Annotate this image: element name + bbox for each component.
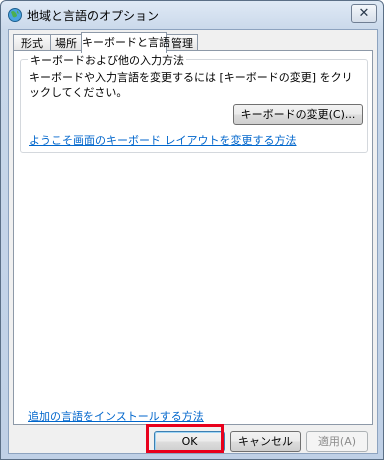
keyboard-groupbox: キーボードおよび他の入力方法 キーボードや入力言語を変更するには [キーボードの…	[20, 52, 368, 153]
keyboard-description: キーボードや入力言語を変更するには [キーボードの変更] をクリックしてください…	[29, 71, 353, 99]
cancel-button[interactable]: キャンセル	[230, 431, 301, 452]
globe-icon	[8, 8, 22, 22]
group-title: キーボードおよび他の入力方法	[28, 52, 186, 68]
dialog-body: 形式 場所 キーボードと言語 管理 キーボードおよび他の入力方法 キーボードや入…	[8, 29, 378, 454]
window-title: 地域と言語のオプション	[27, 9, 160, 23]
dialog-window: 地域と言語のオプション ✕ 形式 場所 キーボードと言語 管理 キーボードおよび…	[0, 0, 384, 460]
title-bar: 地域と言語のオプション ✕	[1, 1, 383, 29]
tab-format[interactable]: 形式	[13, 34, 51, 51]
tab-panel-keyboard: キーボードおよび他の入力方法 キーボードや入力言語を変更するには [キーボードの…	[13, 50, 373, 425]
ok-highlight-frame	[146, 424, 224, 453]
change-keyboards-button[interactable]: キーボードの変更(C)...	[233, 104, 363, 125]
tab-location[interactable]: 場所	[50, 34, 82, 51]
install-languages-link[interactable]: 追加の言語をインストールする方法	[28, 408, 204, 424]
welcome-screen-layout-link[interactable]: ようこそ画面のキーボード レイアウトを変更する方法	[29, 132, 297, 148]
close-button[interactable]: ✕	[351, 4, 377, 23]
tab-administrative[interactable]: 管理	[166, 34, 198, 51]
tab-keyboard-and-language[interactable]: キーボードと言語	[81, 32, 170, 53]
apply-button: 適用(A)	[306, 431, 368, 452]
close-icon: ✕	[358, 6, 370, 21]
